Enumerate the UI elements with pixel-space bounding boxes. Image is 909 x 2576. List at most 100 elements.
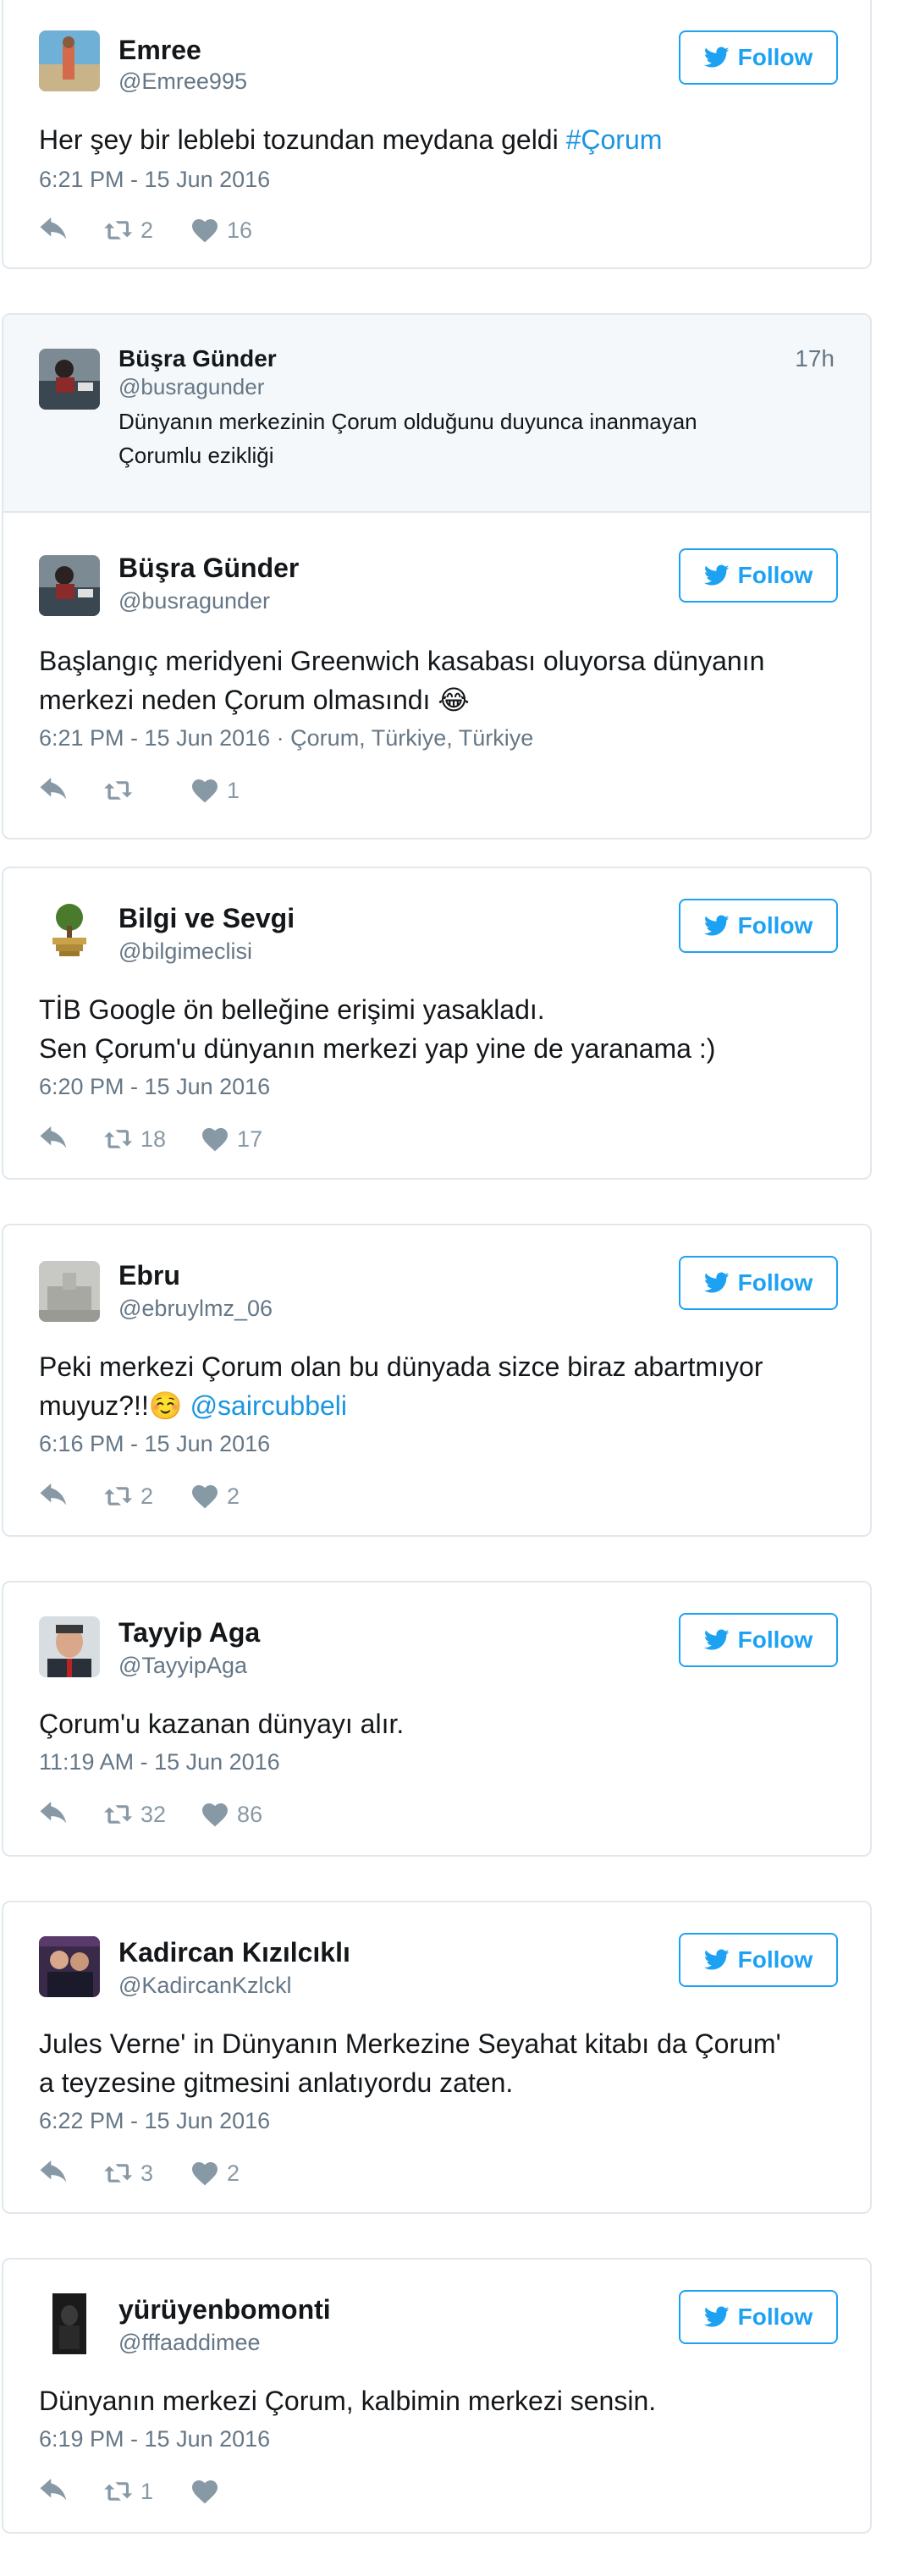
retweet-button[interactable]: 32 <box>103 1802 166 1828</box>
retweet-icon <box>103 778 134 803</box>
quoted-user-handle[interactable]: @busragunder <box>118 374 264 400</box>
user-handle[interactable]: @fffaaddimee <box>118 2329 261 2356</box>
avatar[interactable] <box>39 2293 100 2354</box>
like-button[interactable]: 16 <box>190 217 252 244</box>
retweet-button[interactable]: 2 <box>103 217 156 244</box>
retweet-count: 32 <box>140 1801 167 1827</box>
user-handle[interactable]: @ebruylmz_06 <box>118 1295 273 1322</box>
reply-button[interactable] <box>39 1483 69 1509</box>
follow-button[interactable]: Follow <box>679 2290 838 2344</box>
avatar[interactable] <box>39 555 100 616</box>
tweet-timestamp[interactable]: 11:19 AM - 15 Jun 2016 <box>39 1748 280 1775</box>
tweet-text: Çorum'u kazanan dünyayı alır. <box>39 1709 405 1739</box>
retweet-button[interactable]: 1 <box>103 2479 156 2505</box>
tweet-text: Jules Verne' in Dünyanın Merkezine Seyah… <box>39 2028 781 2098</box>
follow-button[interactable]: Follow <box>679 1613 838 1667</box>
emoji: 😂 <box>438 685 470 715</box>
display-name[interactable]: Bilgi ve Sevgi <box>118 902 295 934</box>
twitter-bird-icon <box>704 915 730 937</box>
twitter-bird-icon <box>704 564 730 586</box>
reply-button[interactable] <box>39 778 69 803</box>
tweet-actions: 1 <box>39 773 276 807</box>
tweet-actions: 2 16 <box>39 213 286 247</box>
retweet-count: 3 <box>140 2160 154 2186</box>
like-button[interactable]: 2 <box>190 2160 242 2187</box>
avatar[interactable] <box>39 349 100 410</box>
user-handle[interactable]: @TayyipAga <box>118 1652 247 1679</box>
tweet-text: Dünyanın merkezi Çorum, kalbimin merkezi… <box>39 2386 657 2416</box>
display-name[interactable]: yürüyenbomonti <box>118 2293 331 2326</box>
tweet-timestamp[interactable]: 6:21 PM - 15 Jun 2016 <box>39 166 270 193</box>
reply-icon <box>39 2160 69 2186</box>
like-count: 17 <box>237 1126 263 1152</box>
display-name[interactable]: Ebru <box>118 1259 180 1291</box>
follow-label: Follow <box>737 44 813 70</box>
mention-link[interactable]: @saircubbeli <box>190 1390 347 1421</box>
user-handle[interactable]: @Emree995 <box>118 68 247 95</box>
tweet-text-line: Sen Çorum'u dünyanın merkezi yap yine de… <box>39 1033 716 1064</box>
heart-icon <box>190 778 220 803</box>
follow-label: Follow <box>737 562 813 588</box>
avatar[interactable] <box>39 899 100 960</box>
avatar[interactable] <box>39 30 100 91</box>
tweet-actions: 2 2 <box>39 1479 276 1513</box>
reply-button[interactable] <box>39 1802 69 1827</box>
display-name[interactable]: Tayyip Aga <box>118 1616 260 1649</box>
follow-button[interactable]: Follow <box>679 1933 838 1987</box>
avatar[interactable] <box>39 1616 100 1677</box>
tweet-actions: 3 2 <box>39 2156 276 2190</box>
like-button[interactable] <box>190 2479 242 2504</box>
tweet-card: Büşra Günder @busragunder 17h Dünyanın m… <box>2 313 872 839</box>
tweet-timestamp[interactable]: 6:22 PM - 15 Jun 2016 <box>39 2107 270 2134</box>
tweet-card: Bilgi ve Sevgi @bilgimeclisi Follow TİB … <box>2 867 872 1180</box>
user-handle[interactable]: @busragunder <box>118 587 270 614</box>
follow-label: Follow <box>737 2304 813 2330</box>
reply-button[interactable] <box>39 217 69 243</box>
tweet-timestamp[interactable]: 6:19 PM - 15 Jun 2016 <box>39 2425 270 2452</box>
display-name[interactable]: Kadircan Kızılcıklı <box>118 1936 350 1968</box>
like-button[interactable]: 17 <box>200 1126 262 1153</box>
like-button[interactable]: 86 <box>200 1802 262 1828</box>
retweet-button[interactable]: 2 <box>103 1483 156 1510</box>
like-button[interactable]: 2 <box>190 1483 242 1510</box>
quoted-timestamp[interactable]: 17h <box>795 345 835 372</box>
tweet-timestamp[interactable]: 6:16 PM - 15 Jun 2016 <box>39 1430 270 1457</box>
reply-icon <box>39 778 69 803</box>
reply-button[interactable] <box>39 2160 69 2186</box>
user-handle[interactable]: @KadircanKzlckl <box>118 1972 291 1999</box>
tweet-timestamp[interactable]: 6:20 PM - 15 Jun 2016 <box>39 1073 270 1100</box>
tweet-timestamp[interactable]: 6:21 PM - 15 Jun 2016 · Çorum, Türkiye, … <box>39 724 533 751</box>
retweet-button[interactable]: 3 <box>103 2160 156 2187</box>
user-handle[interactable]: @bilgimeclisi <box>118 938 252 965</box>
retweet-icon <box>103 1483 134 1509</box>
avatar[interactable] <box>39 1936 100 1997</box>
retweet-icon <box>103 217 134 243</box>
heart-icon <box>190 2160 220 2186</box>
like-count: 2 <box>227 1483 240 1509</box>
tweet-text-body: Başlangıç meridyeni Greenwich kasabası o… <box>39 646 765 715</box>
reply-icon <box>39 217 69 243</box>
follow-button[interactable]: Follow <box>679 899 838 953</box>
follow-label: Follow <box>737 1946 813 1973</box>
quoted-tweet[interactable]: Büşra Günder @busragunder 17h Dünyanın m… <box>3 315 870 513</box>
display-name[interactable]: Emree <box>118 34 201 66</box>
reply-button[interactable] <box>39 1126 69 1152</box>
retweet-button[interactable]: 18 <box>103 1126 166 1153</box>
avatar[interactable] <box>39 1261 100 1322</box>
reply-button[interactable] <box>39 2479 69 2504</box>
like-button[interactable]: 1 <box>190 778 242 804</box>
twitter-bird-icon <box>704 1272 730 1294</box>
heart-icon <box>190 1483 220 1509</box>
follow-button[interactable]: Follow <box>679 1256 838 1310</box>
display-name[interactable]: Büşra Günder <box>118 552 299 584</box>
heart-icon <box>190 217 220 243</box>
reply-icon <box>39 1483 69 1509</box>
twitter-bird-icon <box>704 1949 730 1971</box>
follow-button[interactable]: Follow <box>679 30 838 85</box>
quoted-display-name[interactable]: Büşra Günder <box>118 345 277 372</box>
retweet-button[interactable] <box>103 778 156 803</box>
follow-button[interactable]: Follow <box>679 548 838 603</box>
reply-icon <box>39 1802 69 1827</box>
tweet-text-body: Peki merkezi Çorum olan bu dünyada sizce… <box>39 1351 763 1421</box>
hashtag-link[interactable]: #Çorum <box>566 124 663 155</box>
